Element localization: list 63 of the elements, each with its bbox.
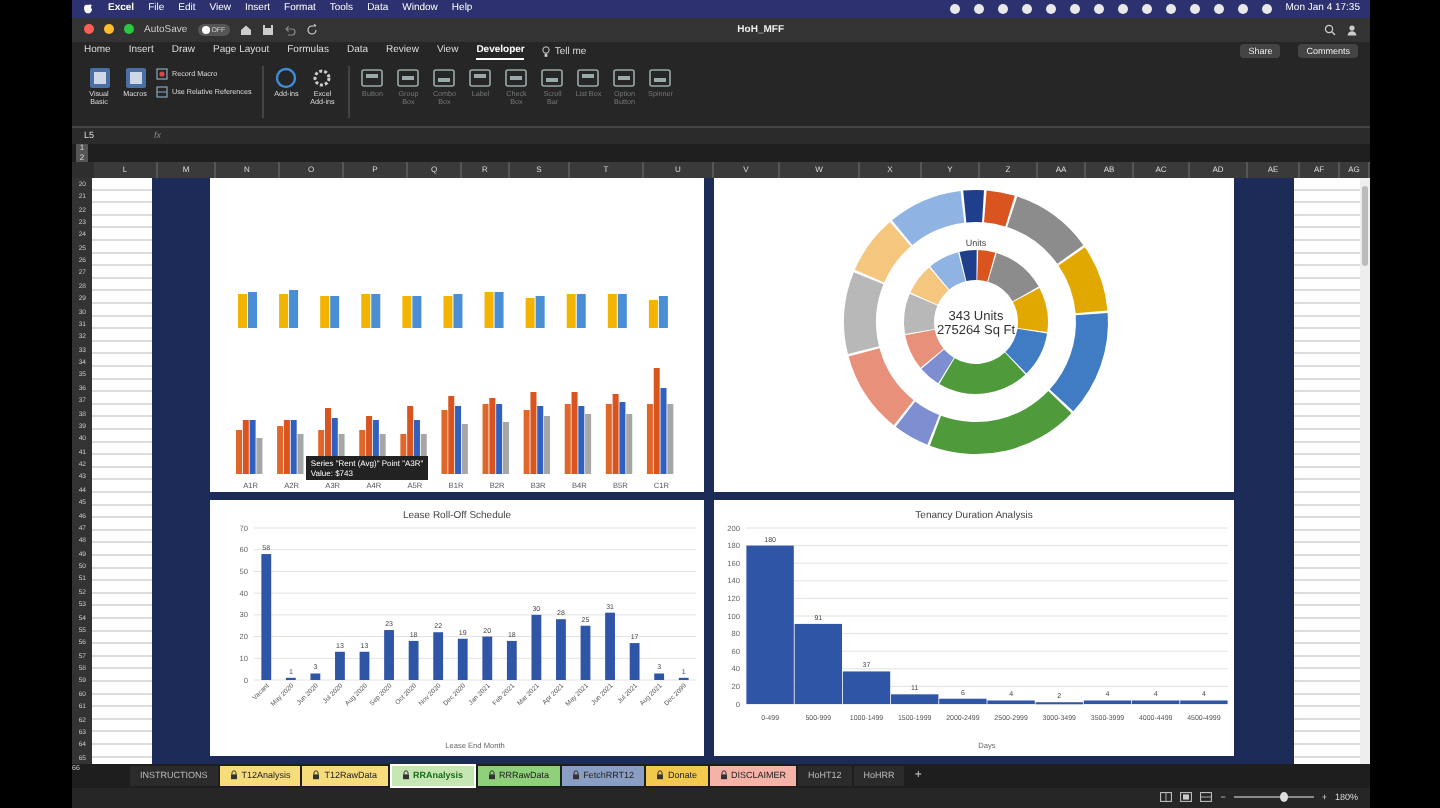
redo-icon[interactable] [305, 23, 318, 36]
menu-bar-icon[interactable] [1213, 3, 1224, 14]
chart-bar [655, 672, 665, 680]
menu-bar-icon[interactable] [1069, 3, 1080, 14]
menu-bar-icon[interactable] [1093, 3, 1104, 14]
control-icon [87, 66, 111, 91]
menu-bar-icon[interactable] [1261, 3, 1272, 14]
menu-bar-icon[interactable] [973, 3, 984, 14]
control-icon [123, 66, 147, 91]
donut-slice [904, 293, 939, 334]
cell-grid[interactable] [1294, 177, 1361, 764]
ring-icon [274, 66, 299, 91]
chart-bar [262, 553, 273, 680]
menu-bar-icon[interactable] [949, 3, 960, 14]
chart-bar [581, 624, 592, 680]
minimize-icon[interactable] [104, 24, 114, 35]
control-icon [396, 66, 421, 91]
control-icon [540, 66, 565, 91]
page-layout-icon[interactable] [1180, 792, 1193, 803]
chart-bar [335, 651, 346, 680]
vertical-scrollbar[interactable] [1360, 177, 1371, 764]
lightbulb-icon [542, 45, 551, 58]
control-icon [468, 66, 493, 91]
control-icon [576, 66, 601, 91]
control-icon [432, 66, 457, 91]
normal-view-icon[interactable] [1160, 792, 1173, 803]
menu-bar-icon[interactable] [1117, 3, 1128, 14]
menu-bar-icon[interactable] [1237, 3, 1248, 14]
chart-bar [630, 642, 641, 680]
control-icon [504, 66, 529, 91]
slider-thumb[interactable] [1279, 792, 1288, 803]
chart-bar [532, 614, 543, 680]
chart-bar [360, 651, 371, 680]
save-icon[interactable] [261, 23, 274, 36]
close-icon[interactable] [84, 24, 94, 35]
chart-bar [385, 629, 395, 680]
table-icon [156, 86, 168, 99]
chart-bar [311, 672, 322, 680]
cell-grid[interactable] [92, 177, 153, 764]
control-icon [360, 66, 385, 91]
menu-bar-icon[interactable] [1165, 3, 1176, 14]
record-icon [156, 68, 168, 81]
chart-bar [409, 640, 420, 680]
home-icon[interactable] [239, 23, 252, 36]
chart-bar [556, 618, 567, 680]
menu-bar-icon[interactable] [997, 3, 1008, 14]
menu-bar-icon[interactable] [1021, 3, 1032, 14]
person-icon[interactable] [1346, 23, 1358, 36]
search-icon[interactable] [1324, 23, 1336, 36]
maximize-icon[interactable] [124, 24, 134, 35]
menu-bar-icon[interactable] [1189, 3, 1200, 14]
chart-bar [458, 638, 469, 680]
chart-bar [507, 640, 518, 680]
apple-logo-icon[interactable] [82, 2, 94, 15]
menu-bar-icon[interactable] [1045, 3, 1056, 14]
menu-bar-icon[interactable] [1141, 3, 1152, 14]
chart-bar [483, 635, 494, 680]
page-break-icon[interactable] [1200, 792, 1213, 803]
chart-bar [606, 611, 616, 680]
chart-bar [434, 631, 444, 680]
control-icon [648, 66, 673, 91]
control-icon [612, 66, 637, 91]
undo-icon[interactable] [283, 23, 296, 36]
